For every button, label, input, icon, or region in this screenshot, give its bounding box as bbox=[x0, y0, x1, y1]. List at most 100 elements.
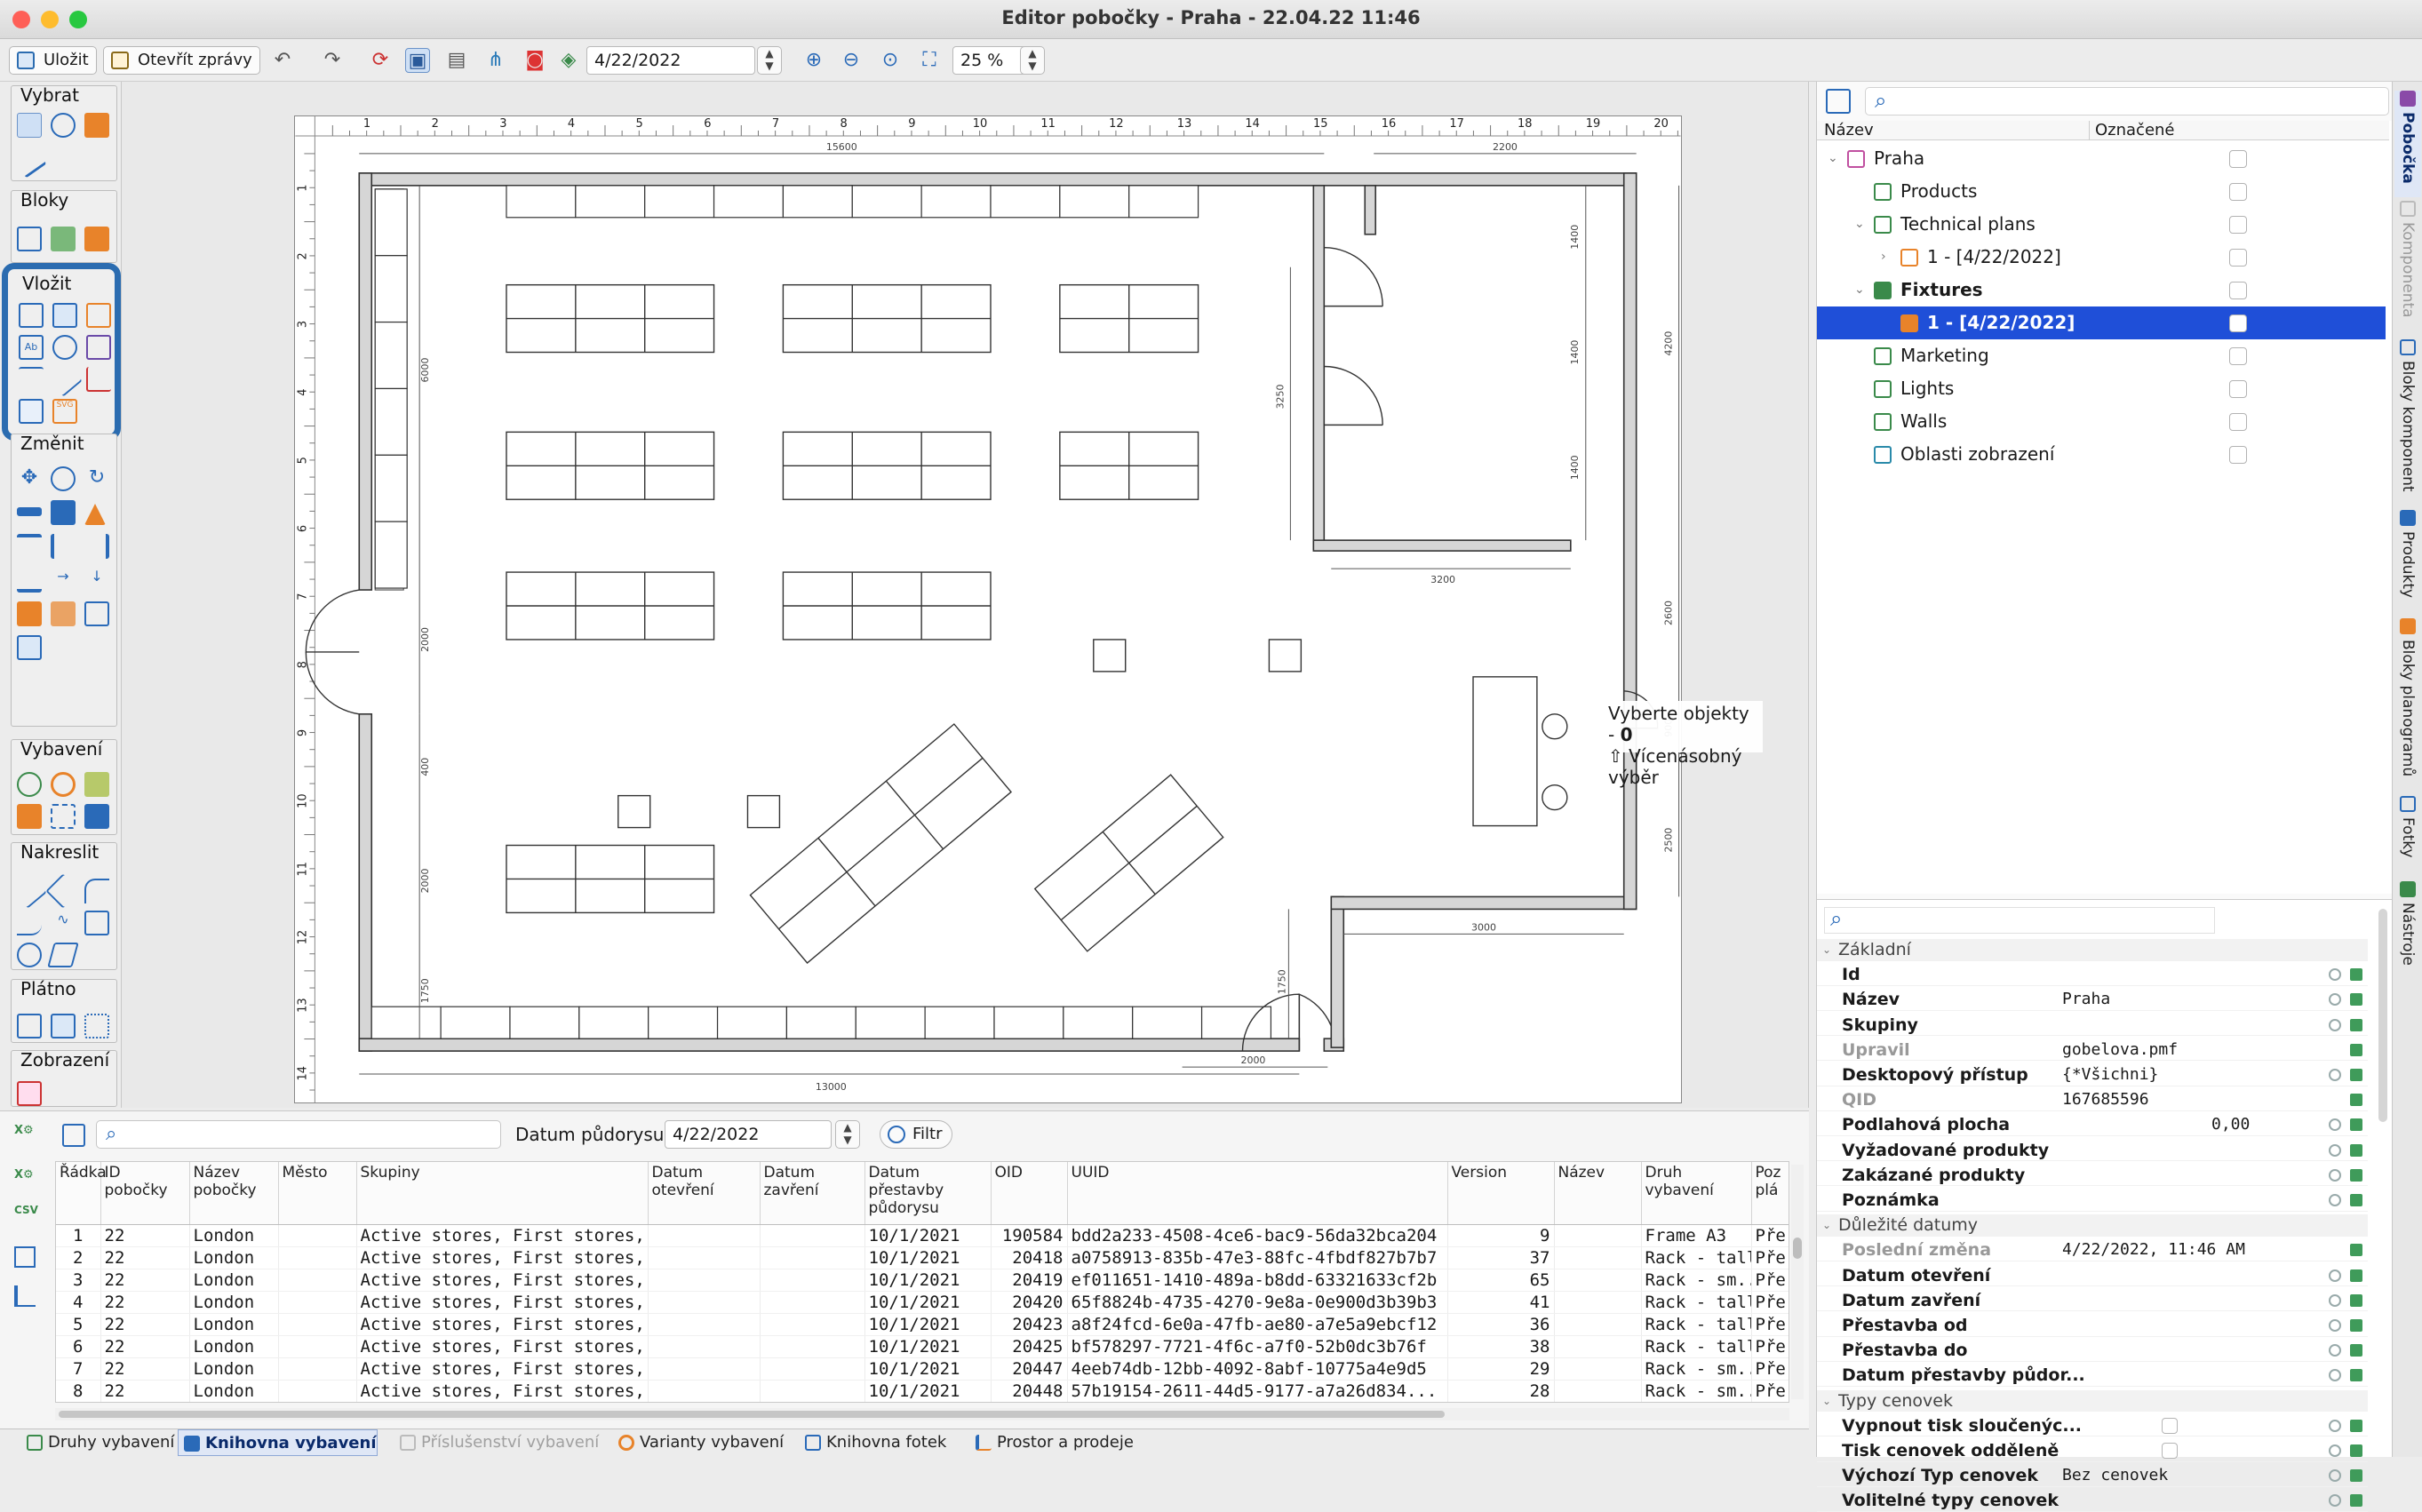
draw-rect-icon[interactable] bbox=[84, 911, 109, 935]
column-header[interactable]: Datum otevření bbox=[648, 1162, 761, 1225]
tree-item[interactable]: Lights bbox=[1817, 372, 2386, 405]
property-row[interactable]: Poznámka bbox=[1817, 1190, 2368, 1212]
property-row[interactable]: Zakázané produkty bbox=[1817, 1165, 2368, 1187]
column-header[interactable]: Druh vybavení bbox=[1641, 1162, 1752, 1225]
reset-icon[interactable] bbox=[2329, 1069, 2341, 1081]
tree-item[interactable]: 1 - [4/22/2022] bbox=[1817, 306, 2386, 339]
branch-tree[interactable]: Název Označené ⌄ Praha Products ⌄ Technical … bbox=[1817, 121, 2393, 894]
edit-icon[interactable] bbox=[2350, 1118, 2362, 1132]
reset-icon[interactable] bbox=[2329, 968, 2341, 982]
property-checkbox[interactable] bbox=[2162, 1417, 2178, 1434]
fixture-grid-icon[interactable] bbox=[17, 804, 42, 829]
side-tab-component[interactable]: Komponenta bbox=[2394, 201, 2421, 325]
reset-icon[interactable] bbox=[2329, 1269, 2341, 1282]
reset-icon[interactable] bbox=[2329, 1419, 2341, 1432]
table-export-icon[interactable] bbox=[14, 1246, 36, 1268]
layers-icon[interactable]: ◈ bbox=[556, 48, 581, 73]
excel-export-icon[interactable]: X⚙ bbox=[14, 1124, 37, 1147]
column-header[interactable]: Version bbox=[1447, 1162, 1555, 1225]
column-header[interactable]: Město bbox=[278, 1162, 357, 1225]
target-select-icon[interactable] bbox=[51, 113, 76, 138]
property-value[interactable]: {*Všichni} bbox=[2062, 1064, 2158, 1086]
edit-icon[interactable] bbox=[2350, 1444, 2362, 1457]
property-row[interactable]: Název Praha bbox=[1817, 989, 2368, 1011]
edit-icon[interactable] bbox=[2350, 1293, 2362, 1307]
equipment-table[interactable]: Řádka ID pobočky Název pobočky Město Skupiny… bbox=[55, 1161, 1789, 1403]
connect-icon[interactable]: ⋔ bbox=[483, 48, 508, 73]
reset-icon[interactable] bbox=[2329, 1293, 2341, 1307]
tab-equipment-accessories[interactable]: Příslušenství vybavení bbox=[394, 1429, 599, 1456]
table-row[interactable]: 822London Active stores, First stores, UK… bbox=[56, 1380, 1789, 1402]
property-row[interactable]: Přestavba do bbox=[1817, 1340, 2368, 1362]
side-tab-tools[interactable]: Nástroje bbox=[2394, 881, 2421, 979]
snap-down-icon[interactable]: ↓ bbox=[84, 568, 109, 593]
marked-checkbox[interactable] bbox=[2229, 314, 2247, 332]
column-header[interactable]: Řádka bbox=[56, 1162, 107, 1225]
property-checkbox[interactable] bbox=[2162, 1443, 2178, 1459]
tab-equipment-library[interactable]: Knihovna vybavení bbox=[178, 1429, 378, 1456]
property-row[interactable]: Výchozí Typ cenovek Bez cenovek bbox=[1817, 1465, 2368, 1487]
reset-icon[interactable] bbox=[2329, 1469, 2341, 1483]
edit-icon[interactable] bbox=[2350, 1194, 2362, 1206]
plan-date-stepper[interactable]: ▲ ▼ bbox=[835, 1120, 860, 1149]
draw-ellipse-icon[interactable] bbox=[17, 943, 42, 967]
insert-camera-icon[interactable] bbox=[52, 335, 77, 360]
reset-icon[interactable] bbox=[2329, 1344, 2341, 1357]
align-center-icon[interactable] bbox=[51, 534, 76, 559]
floorplan-canvas[interactable]: 1 2 3 4 5 6 7 8 9 10 11 12 13 14 15 16 17 18 19 20 12345678… bbox=[121, 82, 1809, 1108]
property-row[interactable]: Volitelné typy cenovek bbox=[1817, 1490, 2368, 1512]
tree-item[interactable]: ⌄ Praha bbox=[1817, 142, 2386, 175]
edit-icon[interactable] bbox=[2350, 1419, 2362, 1432]
fixture-add-icon[interactable] bbox=[84, 804, 109, 829]
draw-line-icon[interactable] bbox=[12, 873, 47, 909]
date-field[interactable]: 4/22/2022 bbox=[586, 46, 755, 75]
table-horizontal-scrollbar[interactable] bbox=[55, 1408, 1789, 1420]
property-row[interactable]: Datum přestavby půdor... bbox=[1817, 1365, 2368, 1387]
property-row[interactable]: Skupiny bbox=[1817, 1015, 2368, 1037]
insert-angle-icon[interactable] bbox=[86, 367, 111, 392]
edit-icon[interactable] bbox=[2350, 1143, 2362, 1157]
chevron-down-icon[interactable]: ⌄ bbox=[1822, 1390, 1831, 1412]
property-value[interactable]: gobelova.pmf bbox=[2062, 1039, 2178, 1061]
group-icon[interactable] bbox=[51, 466, 76, 491]
edit-icon[interactable] bbox=[2350, 1168, 2362, 1182]
snapshot-icon[interactable]: ◙ bbox=[522, 48, 547, 73]
property-row[interactable]: Id bbox=[1817, 964, 2368, 986]
fixture-edit-icon[interactable] bbox=[84, 772, 109, 797]
marked-checkbox[interactable] bbox=[2229, 282, 2247, 299]
property-row[interactable]: Upravil gobelova.pmf bbox=[1817, 1039, 2368, 1062]
snap-right-icon[interactable]: → bbox=[51, 568, 76, 593]
edit-icon[interactable] bbox=[2350, 1043, 2362, 1056]
table-row[interactable]: 522London Active stores, First stores, UK… bbox=[56, 1313, 1789, 1336]
draw-polygon-icon[interactable] bbox=[47, 943, 79, 967]
insert-table-icon[interactable] bbox=[86, 335, 111, 360]
chevron-down-icon[interactable]: ⌄ bbox=[1854, 274, 1865, 306]
reset-icon[interactable] bbox=[2329, 1118, 2341, 1132]
reset-icon[interactable] bbox=[2329, 1319, 2341, 1332]
edit-icon[interactable] bbox=[2350, 968, 2362, 982]
open-reports-button[interactable]: Otevřít zprávy bbox=[103, 46, 260, 75]
column-header[interactable]: Název pobočky bbox=[189, 1162, 279, 1225]
distribute-icon[interactable] bbox=[51, 500, 76, 525]
csv-icon[interactable]: CSV bbox=[14, 1204, 38, 1216]
side-tab-branch[interactable]: Pobočka bbox=[2394, 91, 2421, 197]
property-row[interactable]: Poslední změna 4/22/2022, 11:46 AM bbox=[1817, 1239, 2368, 1261]
properties-scrollbar[interactable] bbox=[2378, 909, 2387, 1122]
draw-polyline-icon[interactable] bbox=[45, 873, 81, 909]
fixture-cycle-icon[interactable] bbox=[51, 772, 76, 797]
property-value[interactable]: 4/22/2022, 11:46 AM bbox=[2062, 1239, 2245, 1261]
marked-checkbox[interactable] bbox=[2229, 183, 2247, 201]
marked-checkbox[interactable] bbox=[2229, 347, 2247, 365]
marked-checkbox[interactable] bbox=[2229, 150, 2247, 168]
insert-dimension-icon[interactable] bbox=[19, 367, 44, 392]
align-top-icon[interactable] bbox=[17, 534, 42, 559]
property-row[interactable]: Podlahová plocha 0,00 bbox=[1817, 1114, 2368, 1136]
reset-icon[interactable] bbox=[2329, 1494, 2341, 1508]
property-row[interactable]: Přestavba od bbox=[1817, 1315, 2368, 1337]
tab-equipment-variants[interactable]: Varianty vybavení bbox=[613, 1429, 784, 1456]
layer-select-icon[interactable] bbox=[84, 113, 109, 138]
zoom-out-icon[interactable]: ⊖ bbox=[839, 48, 864, 73]
mirror-icon[interactable] bbox=[84, 500, 106, 525]
property-row[interactable]: ⌄ Základní bbox=[1817, 939, 2368, 961]
property-row[interactable]: QID 167685596 bbox=[1817, 1089, 2368, 1111]
